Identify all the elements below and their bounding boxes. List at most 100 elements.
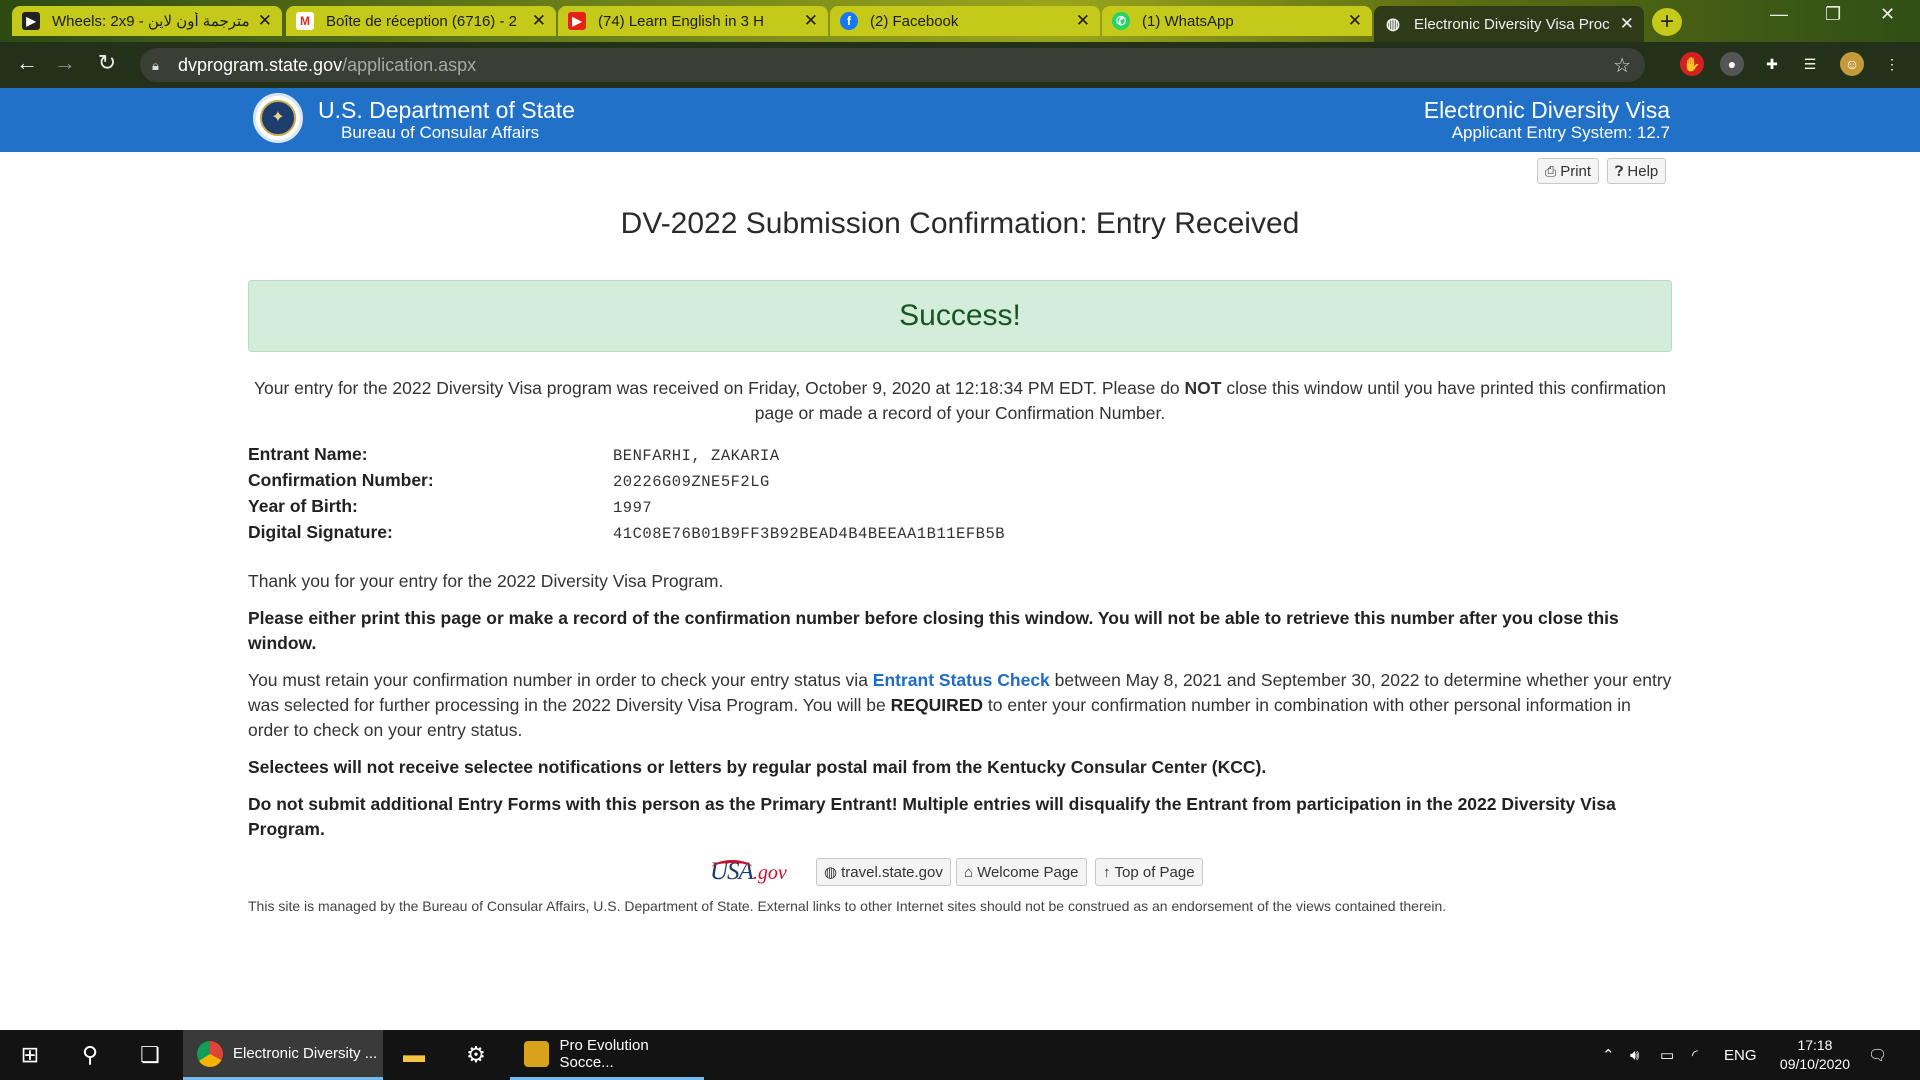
year-of-birth-label: Year of Birth: (248, 495, 358, 516)
entrant-name-label: Entrant Name: (248, 443, 368, 464)
footer-disclaimer: This site is managed by the Bureau of Co… (248, 898, 1447, 914)
battery-icon[interactable]: ▭ (1660, 1030, 1674, 1080)
taskbar-pes-label: Pro Evolution Socce... (559, 1036, 649, 1071)
tab-title: Electronic Diversity Visa Proc (1414, 15, 1610, 33)
bookmark-star-icon[interactable]: ☆ (1613, 53, 1631, 78)
profile-avatar[interactable]: ☺ (1840, 52, 1864, 76)
page-title: DV-2022 Submission Confirmation: Entry R… (620, 207, 1300, 240)
digital-signature-label: Digital Signature: (248, 521, 393, 542)
digital-signature-row: Digital Signature: 41C08E76B01B9FF3B92BE… (248, 519, 1248, 545)
retain-text: You must retain your confirmation number… (248, 670, 873, 690)
digital-signature-value: 41C08E76B01B9FF3B92BEAD4B4BEEAA1B11EFB5B (613, 525, 1006, 543)
forward-icon[interactable]: → (50, 50, 80, 76)
back-icon[interactable]: ← (12, 50, 42, 76)
close-tab-icon[interactable]: ✕ (1620, 14, 1634, 34)
travel-label: travel.state.gov (841, 863, 943, 881)
extensions-puzzle-icon[interactable]: ✚ (1760, 52, 1784, 76)
browser-toolbar: ← → ↻ 🔒︎ dvprogram.state.gov/application… (0, 42, 1920, 88)
confirmation-number-value: 20226G09ZNE5F2LG (613, 473, 770, 491)
new-tab-button[interactable]: + (1652, 8, 1682, 36)
globe-icon: ◍ (824, 864, 838, 881)
url-host: dvprogram.state.gov (178, 54, 343, 75)
browser-menu-icon[interactable]: ⋮ (1880, 52, 1904, 76)
close-tab-icon[interactable]: ✕ (1076, 11, 1090, 31)
entrant-status-check-link[interactable]: Entrant Status Check (873, 670, 1050, 690)
facebook-icon: f (840, 12, 858, 30)
restore-icon[interactable]: ❐ (1825, 4, 1841, 25)
lock-icon: 🔒︎ (152, 58, 159, 73)
wifi-icon[interactable]: ◜ (1692, 1030, 1698, 1080)
close-window-icon[interactable]: ✕ (1880, 4, 1895, 25)
usagov-logo[interactable]: USA.gov (710, 858, 810, 888)
chrome-icon (197, 1040, 223, 1067)
taskbar-chrome[interactable]: Electronic Diversity ... (183, 1030, 383, 1080)
printer-icon: ⎙ (1545, 162, 1557, 179)
tab-title: (1) WhatsApp (1142, 12, 1234, 30)
year-of-birth-value: 1997 (613, 499, 653, 517)
volume-icon[interactable]: 🔊︎ (1630, 1030, 1639, 1080)
browser-tab-diversity-visa[interactable]: ◍ Electronic Diversity Visa Proc ✕ (1374, 6, 1644, 42)
print-button[interactable]: ⎙ Print (1537, 158, 1600, 184)
intro-not-emphasis: NOT (1184, 378, 1222, 398)
tab-title: (74) Learn English in 3 H (598, 12, 764, 30)
tray-overflow-icon[interactable]: ⌃ (1602, 1030, 1615, 1080)
language-indicator[interactable]: ENG (1724, 1030, 1757, 1080)
year-of-birth-row: Year of Birth: 1997 (248, 493, 1248, 519)
taskbar-chrome-label: Electronic Diversity ... (233, 1045, 378, 1062)
top-of-page-button[interactable]: ↑ Top of Page (1095, 858, 1203, 886)
home-icon: ⌂ (964, 863, 974, 881)
site-header: ✦ U.S. Department of State Bureau of Con… (0, 88, 1920, 152)
reading-list-icon[interactable]: ☰ (1798, 52, 1822, 76)
print-warning-paragraph: Please either print this page or make a … (248, 608, 1619, 653)
tab-title: (2) Facebook (870, 12, 959, 30)
intro-paragraph: Your entry for the 2022 Diversity Visa p… (248, 376, 1672, 426)
help-button[interactable]: ❓︎ Help (1607, 158, 1667, 184)
settings-gear-icon[interactable]: ⚙ (446, 1030, 506, 1080)
browser-tab-youtube[interactable]: ▶ (74) Learn English in 3 H ✕ (558, 6, 828, 36)
confirmation-number-row: Confirmation Number: 20226G09ZNE5F2LG (248, 467, 1248, 493)
notifications-icon[interactable]: 🗨︎ (1868, 1030, 1887, 1080)
system-version: Applicant Entry System: 12.7 (1451, 123, 1670, 142)
search-icon[interactable]: ⚲ (60, 1030, 120, 1080)
retain-paragraph: You must retain your confirmation number… (248, 668, 1672, 743)
multiple-entries-warning: Do not submit additional Entry Forms wit… (248, 794, 1616, 839)
close-tab-icon[interactable]: ✕ (804, 11, 818, 31)
task-view-icon[interactable]: ❏ (120, 1030, 180, 1080)
windows-start-icon[interactable]: ⊞ (0, 1030, 60, 1080)
file-explorer-icon[interactable]: ▬ (384, 1030, 444, 1080)
windows-taskbar: ⊞ ⚲ ❏ Electronic Diversity ... ▬ ⚙ Pro E… (0, 1030, 1920, 1080)
thanks-paragraph: Thank you for your entry for the 2022 Di… (248, 571, 724, 591)
close-tab-icon[interactable]: ✕ (258, 11, 272, 31)
system-clock[interactable]: 17:18 09/10/2020 (1780, 1036, 1850, 1074)
minimize-icon[interactable]: — (1770, 4, 1788, 25)
close-tab-icon[interactable]: ✕ (1348, 11, 1362, 31)
system-name: Electronic Diversity Visa (1423, 97, 1670, 123)
browser-tab-wheels[interactable]: ▶ Wheels: 2x9 - مترجمة أون لاين ✕ (12, 6, 282, 36)
address-bar[interactable]: 🔒︎ dvprogram.state.gov/application.aspx … (140, 48, 1645, 82)
instructions: Thank you for your entry for the 2022 Di… (248, 569, 1672, 854)
help-label: Help (1627, 162, 1659, 180)
taskbar-pes[interactable]: Pro Evolution Socce... (510, 1030, 704, 1080)
reload-icon[interactable]: ↻ (92, 50, 122, 76)
tab-title: Boîte de réception (6716) - 2 (326, 12, 517, 30)
print-label: Print (1560, 162, 1592, 180)
close-tab-icon[interactable]: ✕ (532, 11, 546, 31)
welcome-page-button[interactable]: ⌂ Welcome Page (956, 858, 1087, 886)
globe-icon: ◍ (1386, 16, 1400, 33)
department-name: U.S. Department of State (318, 97, 575, 123)
entrant-name-value: BENFARHI, ZAKARIA (613, 447, 780, 465)
confirmation-number-label: Confirmation Number: (248, 469, 434, 490)
state-department-seal-icon: ✦ (253, 93, 303, 143)
top-label: Top of Page (1114, 863, 1195, 881)
tab-title: Wheels: 2x9 - مترجمة أون لاين (52, 13, 250, 30)
url-text[interactable]: dvprogram.state.gov/application.aspx (178, 55, 476, 76)
entry-details: Entrant Name: BENFARHI, ZAKARIA Confirma… (248, 441, 1248, 545)
extension-circle-icon[interactable]: ● (1720, 52, 1744, 76)
adblock-extension-icon[interactable]: ✋ (1680, 52, 1704, 76)
browser-tab-gmail[interactable]: M Boîte de réception (6716) - 2 ✕ (286, 6, 556, 36)
question-circle-icon: ❓︎ (1615, 162, 1624, 179)
travel-state-gov-button[interactable]: ◍ travel.state.gov (816, 858, 951, 886)
arrow-up-icon: ↑ (1103, 863, 1111, 881)
browser-tab-facebook[interactable]: f (2) Facebook ✕ (830, 6, 1100, 36)
browser-tab-whatsapp[interactable]: ✆ (1) WhatsApp ✕ (1102, 6, 1372, 36)
